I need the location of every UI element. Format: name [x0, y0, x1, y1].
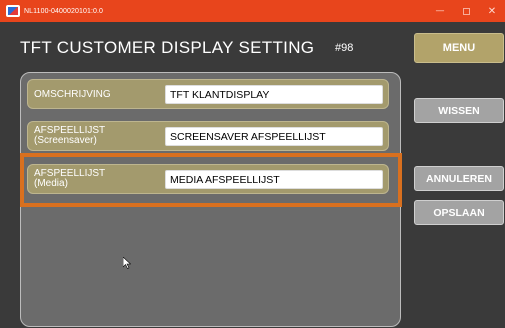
minimize-button[interactable]: — — [427, 0, 453, 22]
page-title: TFT CUSTOMER DISPLAY SETTING — [20, 38, 315, 57]
media-playlist-field[interactable]: MEDIA AFSPEELLIJST — [165, 170, 383, 189]
maximize-button[interactable] — [453, 0, 479, 22]
field-label: OMSCHRIJVING — [34, 90, 111, 100]
settings-panel — [20, 72, 401, 327]
opslaan-button[interactable]: OPSLAAN — [414, 200, 504, 225]
maximize-icon — [462, 7, 470, 15]
close-button[interactable]: ✕ — [479, 0, 505, 22]
field-row-media-playlist[interactable]: AFSPEELLIJST (Media) MEDIA AFSPEELLIJST — [27, 164, 389, 194]
record-number: #98 — [335, 42, 354, 54]
field-label: AFSPEELLIJST (Media) — [34, 169, 105, 189]
menu-button[interactable]: MENU — [414, 33, 504, 63]
app-icon — [6, 5, 20, 17]
window-title: NL1100-0400020101:0.0 — [24, 7, 104, 15]
annuleren-button[interactable]: ANNULEREN — [414, 166, 504, 191]
field-row-description[interactable]: OMSCHRIJVING TFT KLANTDISPLAY — [27, 79, 389, 109]
window-titlebar: NL1100-0400020101:0.0 — ✕ — [0, 0, 505, 22]
description-field[interactable]: TFT KLANTDISPLAY — [165, 85, 383, 104]
screensaver-playlist-field[interactable]: SCREENSAVER AFSPEELLIJST — [165, 127, 383, 146]
window-controls: — ✕ — [427, 0, 505, 22]
field-row-screensaver-playlist[interactable]: AFSPEELLIJST (Screensaver) SCREENSAVER A… — [27, 121, 389, 151]
wissen-button[interactable]: WISSEN — [414, 98, 504, 123]
field-label-text: OMSCHRIJVING — [34, 89, 111, 100]
field-sublabel-text: (Screensaver) — [34, 135, 97, 146]
field-sublabel-text: (Media) — [34, 178, 68, 189]
mouse-pointer-icon — [123, 257, 131, 269]
field-label: AFSPEELLIJST (Screensaver) — [34, 126, 105, 146]
